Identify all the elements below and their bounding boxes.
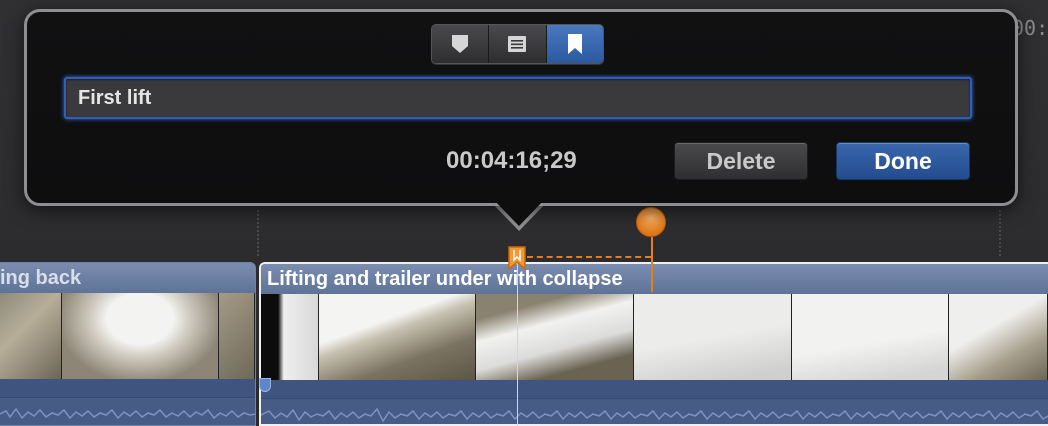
audio-track xyxy=(0,379,255,425)
filmstrip-frame xyxy=(476,294,635,380)
standard-marker-button[interactable] xyxy=(432,25,490,63)
clip-title: ing back xyxy=(0,263,255,293)
marker-name-field[interactable] xyxy=(64,77,972,119)
ruler-tick-line xyxy=(999,210,1001,256)
filmstrip-frame xyxy=(261,294,319,380)
list-icon xyxy=(508,36,527,52)
skimmer-handle[interactable] xyxy=(636,207,666,237)
done-button[interactable]: Done xyxy=(836,142,970,180)
filmstrip-frame xyxy=(61,293,220,379)
timeline-clip-selected[interactable]: Lifting and trailer under with collapse xyxy=(259,262,1048,426)
clip-start-handle[interactable] xyxy=(259,378,271,392)
audio-waveform xyxy=(0,407,255,420)
filmstrip-frame xyxy=(791,294,950,380)
marker-range-indicator xyxy=(527,256,651,258)
marker-timecode: 00:04:16;29 xyxy=(446,147,577,174)
filmstrip-frame xyxy=(219,293,255,379)
skimmer-line xyxy=(651,237,653,292)
filmstrip-frame xyxy=(634,294,792,380)
ruler-tick-line xyxy=(257,210,259,256)
bookmark-icon xyxy=(567,34,582,54)
filmstrip-frame xyxy=(0,293,62,379)
todo-marker-button[interactable] xyxy=(489,25,547,63)
marker-icon xyxy=(452,35,469,53)
chapter-marker-button[interactable] xyxy=(546,25,603,63)
audio-waveform xyxy=(261,407,1048,423)
filmstrip-frame xyxy=(318,294,477,380)
clip-title: Lifting and trailer under with collapse xyxy=(261,264,1048,294)
clip-filmstrip xyxy=(0,293,255,379)
audio-track xyxy=(261,380,1048,424)
clip-filmstrip xyxy=(261,294,1048,380)
filmstrip-frame xyxy=(949,294,1048,380)
playhead xyxy=(517,262,518,426)
marker-type-segmented-control[interactable] xyxy=(431,24,604,64)
timeline-clip[interactable]: ing back xyxy=(0,262,256,426)
bookmark-marker-icon[interactable] xyxy=(508,246,526,270)
delete-button[interactable]: Delete xyxy=(674,142,808,180)
